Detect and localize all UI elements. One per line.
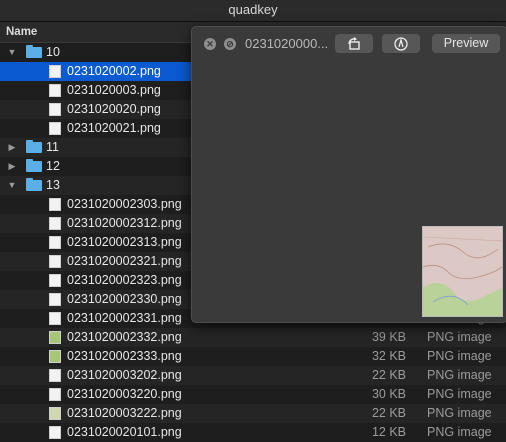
quicklook-title: 0231020000... — [245, 36, 329, 51]
png-file-icon — [49, 369, 61, 382]
fullscreen-icon[interactable]: ⊘ — [224, 38, 236, 50]
file-name: 0231020020.png — [67, 102, 161, 116]
file-kind: PNG image — [427, 330, 492, 344]
png-file-icon — [49, 65, 61, 78]
folder-name: 12 — [46, 159, 60, 173]
png-file-icon — [49, 312, 61, 325]
file-row[interactable]: 0231020002333.png 32 KB PNG image — [0, 347, 506, 366]
file-size: 22 KB — [371, 406, 406, 420]
open-with-preview-button[interactable]: Preview — [432, 34, 500, 53]
rotate-icon — [348, 37, 360, 50]
file-name: 0231020002333.png — [67, 349, 182, 363]
file-name: 0231020003202.png — [67, 368, 182, 382]
png-file-icon — [49, 122, 61, 135]
folder-name: 10 — [46, 45, 60, 59]
file-row[interactable]: 0231020003220.png 30 KB PNG image — [0, 385, 506, 404]
window-title-bar: quadkey — [0, 0, 506, 22]
file-name: 0231020002312.png — [67, 216, 182, 230]
markup-button[interactable] — [382, 34, 420, 53]
quicklook-toolbar: ✕ ⊘ 0231020000... Preview — [192, 27, 506, 61]
png-file-icon — [49, 274, 61, 287]
map-thumbnail-image — [422, 226, 503, 317]
file-name: 0231020003222.png — [67, 406, 182, 420]
rotate-button[interactable] — [335, 34, 373, 53]
png-file-icon — [49, 293, 61, 306]
file-name: 0231020002323.png — [67, 273, 182, 287]
file-name: 0231020002321.png — [67, 254, 182, 268]
folder-icon — [26, 45, 42, 58]
png-file-icon — [49, 84, 61, 97]
file-name: 0231020002313.png — [67, 235, 182, 249]
png-file-icon — [49, 350, 61, 363]
file-kind: PNG image — [427, 349, 492, 363]
disclosure-expanded-icon[interactable]: ▼ — [6, 176, 18, 195]
file-size: 30 KB — [371, 387, 406, 401]
png-file-icon — [49, 426, 61, 439]
file-name: 0231020002330.png — [67, 292, 182, 306]
file-kind: PNG image — [427, 425, 492, 439]
markup-icon — [394, 37, 408, 51]
png-file-icon — [49, 236, 61, 249]
close-icon[interactable]: ✕ — [204, 38, 216, 50]
png-file-icon — [49, 217, 61, 230]
folder-name: 11 — [46, 140, 59, 154]
file-size: 39 KB — [371, 330, 406, 344]
file-name: 0231020002331.png — [67, 311, 182, 325]
png-file-icon — [49, 103, 61, 116]
folder-icon — [26, 159, 42, 172]
file-name: 0231020002303.png — [67, 197, 182, 211]
quicklook-panel[interactable]: ✕ ⊘ 0231020000... Preview — [191, 26, 506, 323]
file-size: 12 KB — [371, 425, 406, 439]
file-kind: PNG image — [427, 387, 492, 401]
png-file-icon — [49, 198, 61, 211]
file-name: 0231020020101.png — [67, 425, 182, 439]
file-size: 32 KB — [371, 349, 406, 363]
folder-icon — [26, 178, 42, 191]
disclosure-expanded-icon[interactable]: ▼ — [6, 43, 18, 62]
file-name: 0231020003.png — [67, 83, 161, 97]
file-name: 0231020002.png — [67, 64, 161, 78]
file-kind: PNG image — [427, 406, 492, 420]
png-file-icon — [49, 255, 61, 268]
file-row[interactable]: 0231020003222.png 22 KB PNG image — [0, 404, 506, 423]
file-name: 0231020003220.png — [67, 387, 182, 401]
file-kind: PNG image — [427, 368, 492, 382]
png-file-icon — [49, 331, 61, 344]
file-row[interactable]: 0231020003202.png 22 KB PNG image — [0, 366, 506, 385]
file-row[interactable]: 0231020002332.png 39 KB PNG image — [0, 328, 506, 347]
column-header-name[interactable]: Name — [6, 22, 37, 42]
folder-icon — [26, 140, 42, 153]
file-name: 0231020021.png — [67, 121, 161, 135]
folder-name: 13 — [46, 178, 60, 192]
png-file-icon — [49, 388, 61, 401]
file-row[interactable]: 0231020020101.png 12 KB PNG image — [0, 423, 506, 442]
file-size: 22 KB — [371, 368, 406, 382]
window-title: quadkey — [228, 2, 278, 17]
disclosure-collapsed-icon[interactable]: ▶ — [6, 138, 18, 157]
png-file-icon — [49, 407, 61, 420]
file-name: 0231020002332.png — [67, 330, 182, 344]
disclosure-collapsed-icon[interactable]: ▶ — [6, 157, 18, 176]
